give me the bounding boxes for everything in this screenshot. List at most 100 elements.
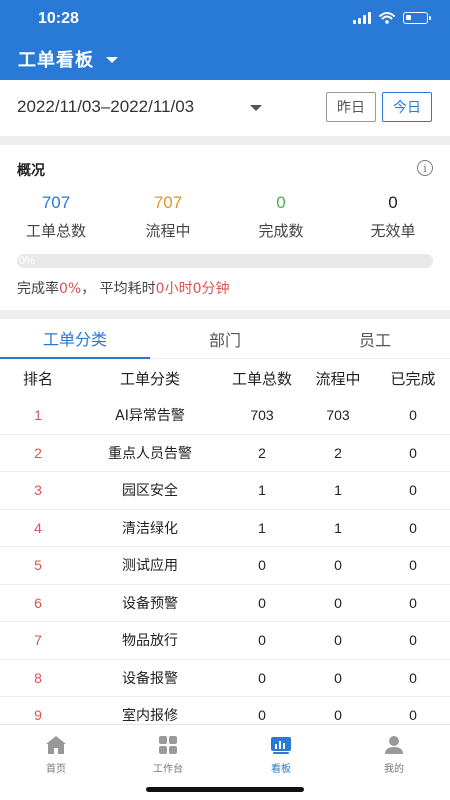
avg-time-label: 平均耗时 bbox=[99, 281, 156, 297]
header-done: 已完成 bbox=[390, 369, 436, 388]
total-cell: 0 bbox=[258, 632, 266, 649]
nav-label: 首页 bbox=[46, 764, 66, 775]
stat-value: 0 bbox=[388, 193, 398, 212]
header-total: 工单总数 bbox=[231, 369, 292, 388]
stat-label: 流程中 bbox=[145, 222, 191, 240]
total-cell: 1 bbox=[258, 519, 266, 536]
done-cell: 0 bbox=[409, 594, 417, 611]
total-cell: 0 bbox=[258, 594, 266, 611]
done-cell: 0 bbox=[409, 444, 417, 461]
done-cell: 0 bbox=[409, 407, 417, 424]
user-icon bbox=[382, 733, 406, 757]
done-cell: 0 bbox=[409, 632, 417, 649]
in-progress-cell: 0 bbox=[334, 557, 342, 574]
grid-icon bbox=[156, 733, 180, 757]
rank-cell: 2 bbox=[34, 444, 42, 461]
today-button[interactable]: 今日 bbox=[382, 92, 432, 122]
rank-cell: 6 bbox=[34, 594, 42, 611]
tab-employee[interactable]: 员工 bbox=[300, 319, 450, 359]
app-header: 10:28 工单看板 bbox=[0, 0, 450, 80]
chevron-down-icon bbox=[106, 57, 118, 63]
total-cell: 0 bbox=[258, 557, 266, 574]
stat-value: 0 bbox=[276, 193, 286, 212]
category-cell: 设备预警 bbox=[122, 595, 178, 612]
category-cell: 设备报警 bbox=[122, 670, 178, 687]
done-cell: 0 bbox=[409, 669, 417, 686]
overview-section: 概况 i 707 工单总数 707 流程中 0 完成数 0 无效单 0% 完成率… bbox=[0, 145, 450, 310]
nav-mine[interactable]: 我的 bbox=[338, 733, 450, 775]
header-rank: 排名 bbox=[22, 369, 53, 388]
in-progress-cell: 0 bbox=[334, 594, 342, 611]
overview-title: 概况 bbox=[17, 163, 45, 179]
table-row[interactable]: 5 测试应用 0 0 0 bbox=[0, 547, 450, 585]
wifi-icon bbox=[379, 12, 395, 24]
tab-category[interactable]: 工单分类 bbox=[0, 319, 150, 359]
nav-label: 我的 bbox=[384, 764, 404, 775]
page-title-dropdown[interactable]: 工单看板 bbox=[18, 46, 118, 72]
section-divider bbox=[0, 136, 450, 145]
summary-separator: ， bbox=[81, 281, 96, 297]
stat-label: 完成数 bbox=[258, 222, 304, 240]
status-time: 10:28 bbox=[38, 10, 79, 27]
category-cell: 测试应用 bbox=[122, 558, 178, 575]
table-row[interactable]: 2 重点人员告警 2 2 0 bbox=[0, 435, 450, 472]
status-icons bbox=[353, 12, 431, 24]
completion-progress-bar: 0% bbox=[17, 254, 433, 268]
date-dropdown-icon[interactable] bbox=[250, 105, 262, 111]
rank-cell: 7 bbox=[34, 632, 42, 649]
category-cell: 重点人员告警 bbox=[108, 445, 192, 462]
date-range-selector[interactable]: 2022/11/03–2022/11/03 bbox=[17, 97, 194, 117]
progress-label: 0% bbox=[19, 255, 35, 267]
section-divider bbox=[0, 310, 450, 319]
nav-label: 工作台 bbox=[153, 764, 183, 775]
stat-in-progress: 707 流程中 bbox=[112, 193, 224, 241]
table-row[interactable]: 8 设备报警 0 0 0 bbox=[0, 660, 450, 697]
stat-value: 707 bbox=[41, 193, 71, 212]
table-row[interactable]: 7 物品放行 0 0 0 bbox=[0, 622, 450, 660]
header-category: 工单分类 bbox=[119, 369, 180, 388]
date-filter: 2022/11/03–2022/11/03 昨日 今日 bbox=[0, 80, 450, 136]
table-row[interactable]: 3 园区安全 1 1 0 bbox=[0, 472, 450, 510]
stat-total: 707 工单总数 bbox=[0, 193, 112, 241]
rank-cell: 1 bbox=[34, 407, 42, 424]
in-progress-cell: 2 bbox=[334, 444, 342, 461]
category-cell: 物品放行 bbox=[122, 633, 178, 650]
rank-cell: 3 bbox=[34, 482, 42, 499]
stat-label: 无效单 bbox=[370, 222, 416, 240]
tab-bar: 工单分类 部门 员工 bbox=[0, 319, 450, 359]
info-icon[interactable]: i bbox=[417, 160, 433, 176]
rank-cell: 8 bbox=[34, 669, 42, 686]
ranking-table: 排名 工单分类 工单总数 流程中 已完成 1 AI异常告警 703 703 0 2 重点人员… bbox=[0, 359, 450, 735]
home-indicator bbox=[146, 787, 304, 792]
table-row[interactable]: 1 AI异常告警 703 703 0 bbox=[0, 397, 450, 435]
completion-rate-value: 0% bbox=[59, 281, 82, 297]
category-cell: AI异常告警 bbox=[115, 408, 185, 425]
done-cell: 0 bbox=[409, 519, 417, 536]
done-cell: 0 bbox=[409, 557, 417, 574]
stat-completed: 0 完成数 bbox=[225, 193, 337, 241]
rank-cell: 5 bbox=[34, 557, 42, 574]
nav-dashboard[interactable]: 看板 bbox=[225, 733, 337, 775]
in-progress-cell: 1 bbox=[334, 482, 342, 499]
home-icon bbox=[44, 733, 68, 757]
completion-summary: 完成率0%， 平均耗时0小时0分钟 bbox=[17, 278, 230, 298]
in-progress-cell: 0 bbox=[334, 632, 342, 649]
battery-icon bbox=[403, 12, 431, 24]
total-cell: 703 bbox=[250, 407, 274, 424]
chart-icon bbox=[269, 733, 293, 757]
header-in-progress: 流程中 bbox=[315, 369, 361, 388]
completion-rate-label: 完成率 bbox=[17, 281, 59, 297]
table-body: 1 AI异常告警 703 703 0 2 重点人员告警 2 2 0 3 园区安全 1 1 0 4 清洁绿化 1 1 0… bbox=[0, 397, 450, 735]
nav-workbench[interactable]: 工作台 bbox=[112, 733, 224, 775]
nav-home[interactable]: 首页 bbox=[0, 733, 112, 775]
stat-label: 工单总数 bbox=[25, 222, 86, 240]
table-row[interactable]: 4 清洁绿化 1 1 0 bbox=[0, 510, 450, 547]
in-progress-cell: 703 bbox=[326, 407, 350, 424]
status-bar: 10:28 bbox=[0, 0, 450, 40]
table-row[interactable]: 6 设备预警 0 0 0 bbox=[0, 585, 450, 622]
page-title: 工单看板 bbox=[18, 50, 94, 71]
signal-icon bbox=[353, 12, 371, 24]
yesterday-button[interactable]: 昨日 bbox=[326, 92, 376, 122]
tab-department[interactable]: 部门 bbox=[150, 319, 300, 359]
total-cell: 2 bbox=[258, 444, 266, 461]
